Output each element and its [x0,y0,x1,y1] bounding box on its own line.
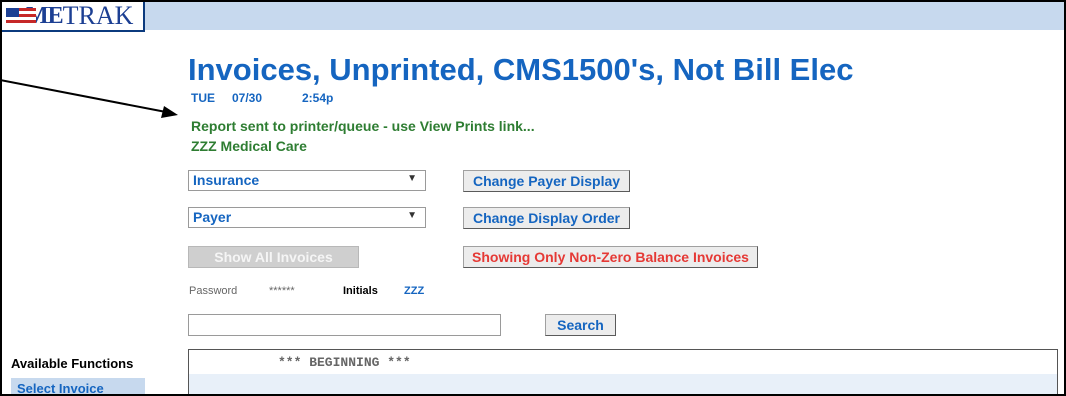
date-label: 07/30 [232,91,263,105]
dropdown-arrow-icon: ▼ [407,173,417,184]
change-payer-display-button[interactable]: Change Payer Display [463,170,630,192]
initials-label: Initials [343,285,378,297]
list-beginning-marker: *** BEGINNING *** [278,355,411,370]
search-button[interactable]: Search [545,314,616,336]
change-display-order-button[interactable]: Change Display Order [463,207,630,229]
invoice-list[interactable]: *** BEGINNING *** [188,349,1058,394]
app-window: ME TRAK Invoices, Unprinted, CMS1500's, … [0,0,1066,396]
time-label: 2:54p [302,91,334,105]
initials-value: ZZZ [404,285,425,297]
password-value: ****** [269,285,295,297]
practice-name: ZZZ Medical Care [191,138,307,154]
non-zero-balance-toggle-button[interactable]: Showing Only Non-Zero Balance Invoices [463,246,758,268]
medtrak-logo: ME TRAK [2,2,145,32]
search-input[interactable] [188,314,501,336]
list-row[interactable] [189,374,1057,394]
available-functions-heading: Available Functions [11,356,134,371]
payer-type-select-value: Insurance [193,172,260,188]
password-label: Password [189,285,238,297]
logo-trak-text: TRAK [62,1,134,30]
dropdown-arrow-icon: ▼ [407,210,417,221]
list-header-row: *** BEGINNING *** [189,350,1057,374]
show-all-invoices-button[interactable]: Show All Invoices [188,246,359,268]
top-banner [2,2,1064,30]
day-label: TUE [191,91,215,105]
flag-icon [6,8,36,24]
select-invoice-function[interactable]: Select Invoice [11,378,145,394]
payer-type-select[interactable]: Insurance ▼ [188,170,426,191]
display-order-select-value: Payer [193,209,232,225]
display-order-select[interactable]: Payer ▼ [188,207,426,228]
status-message: Report sent to printer/queue - use View … [191,118,535,134]
page-title: Invoices, Unprinted, CMS1500's, Not Bill… [188,52,854,87]
